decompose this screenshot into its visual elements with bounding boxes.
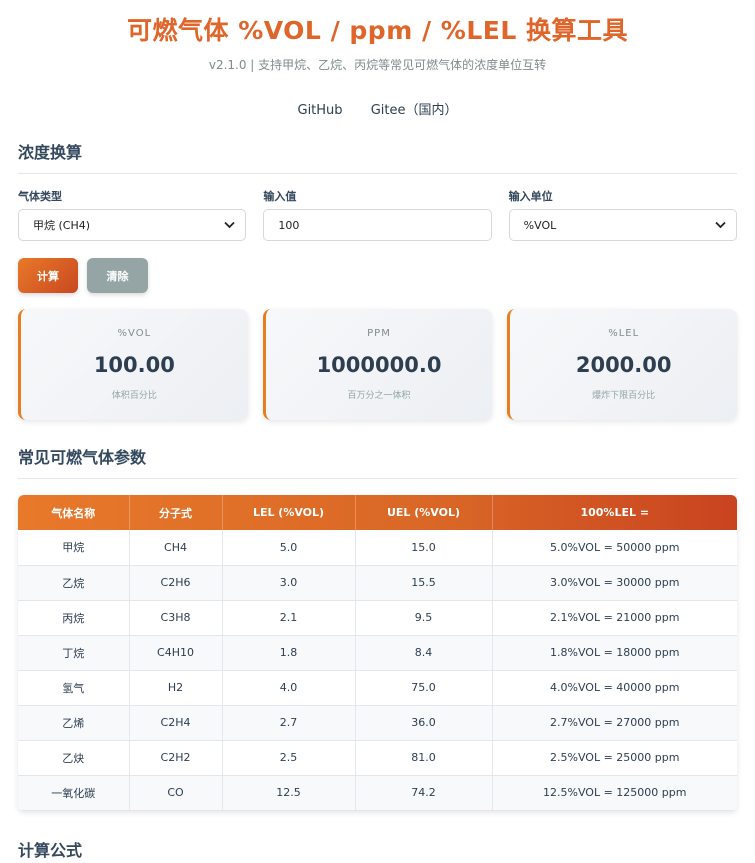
- table-cell: 15.5: [355, 565, 493, 601]
- table-cell: 2.7: [222, 705, 356, 741]
- page: 可燃气体 %VOL / ppm / %LEL 换算工具 v2.1.0 | 支持甲…: [0, 0, 755, 863]
- table-cell: CO: [129, 775, 223, 811]
- table-cell: 一氧化碳: [18, 775, 130, 811]
- table-cell: 4.0%VOL = 40000 ppm: [492, 670, 737, 706]
- table-cell: 81.0: [355, 740, 493, 776]
- repo-links: GitHub Gitee（国内）: [18, 99, 737, 118]
- result-value: 100.00: [93, 353, 175, 377]
- clear-button[interactable]: 清除: [87, 258, 148, 293]
- result-label: %VOL: [117, 328, 152, 339]
- column-header: 分子式: [129, 495, 223, 530]
- input-value-field: 输入值 100: [263, 188, 492, 241]
- result-label: %LEL: [608, 328, 640, 339]
- table-cell: 丁烷: [18, 635, 130, 671]
- table-cell: 4.0: [222, 670, 356, 706]
- action-buttons: 计算 清除: [18, 258, 737, 293]
- gas-type-select[interactable]: 甲烷 (CH4): [18, 209, 247, 241]
- table-cell: 3.0: [222, 565, 356, 601]
- table-row: 丙烷 C3H8 2.1 9.5 2.1%VOL = 21000 ppm: [18, 600, 737, 636]
- table-cell: 2.1: [222, 600, 356, 636]
- gitee-link[interactable]: Gitee（国内）: [371, 103, 458, 118]
- gas-type-label: 气体类型: [18, 190, 62, 203]
- result-description: 体积百分比: [111, 391, 157, 401]
- table-cell: 2.7%VOL = 27000 ppm: [492, 705, 737, 741]
- result-description: 百万分之一体积: [347, 391, 411, 401]
- input-value-label: 输入值: [263, 190, 297, 203]
- table-cell: 15.0: [355, 530, 493, 566]
- github-link[interactable]: GitHub: [298, 103, 343, 118]
- table-cell: C3H8: [129, 600, 223, 636]
- table-cell: H2: [129, 670, 223, 706]
- table-cell: C2H4: [129, 705, 223, 741]
- table-cell: C2H2: [129, 740, 223, 776]
- converter-form: 气体类型 甲烷 (CH4) 输入值 100 输入单位 %VOL: [18, 188, 737, 241]
- table-cell: CH4: [129, 530, 223, 566]
- table-cell: 12.5%VOL = 125000 ppm: [492, 775, 737, 811]
- input-unit-select[interactable]: %VOL: [508, 209, 737, 241]
- chevron-down-icon: [715, 219, 726, 232]
- table-cell: 乙烷: [18, 565, 130, 601]
- table-row: 氢气 H2 4.0 75.0 4.0%VOL = 40000 ppm: [18, 670, 737, 706]
- input-value-text: 100: [278, 218, 300, 232]
- table-cell: C4H10: [129, 635, 223, 671]
- table-cell: 乙烯: [18, 705, 130, 741]
- table-cell: 3.0%VOL = 30000 ppm: [492, 565, 737, 601]
- table-cell: 5.0: [222, 530, 356, 566]
- result-value: 1000000.0: [316, 353, 442, 377]
- calculate-button[interactable]: 计算: [18, 258, 78, 293]
- table-row: 丁烷 C4H10 1.8 8.4 1.8%VOL = 18000 ppm: [18, 635, 737, 671]
- page-subtitle: v2.1.0 | 支持甲烷、乙烷、丙烷等常见可燃气体的浓度单位互转: [208, 58, 547, 72]
- column-header: UEL (%VOL): [355, 495, 493, 530]
- column-header: LEL (%VOL): [222, 495, 356, 530]
- table-row: 乙炔 C2H2 2.5 81.0 2.5%VOL = 25000 ppm: [18, 740, 737, 776]
- table-cell: 36.0: [355, 705, 493, 741]
- result-cards: %VOL 100.00 体积百分比 PPM 1000000.0 百万分之一体积 …: [18, 309, 738, 420]
- table-cell: 氢气: [18, 670, 130, 706]
- table-cell: 75.0: [355, 670, 493, 706]
- table-cell: 2.5: [222, 740, 356, 776]
- result-card-vol: %VOL 100.00 体积百分比: [18, 309, 248, 420]
- input-unit-value: %VOL: [523, 218, 557, 232]
- table-cell: C2H6: [129, 565, 223, 601]
- result-value: 2000.00: [575, 353, 672, 377]
- table-cell: 74.2: [355, 775, 493, 811]
- converter-section-title: 浓度换算: [18, 139, 737, 174]
- result-description: 爆炸下限百分比: [592, 391, 656, 401]
- table-row: 一氧化碳 CO 12.5 74.2 12.5%VOL = 125000 ppm: [18, 775, 737, 811]
- input-unit-label: 输入单位: [508, 190, 553, 203]
- table-header-row: 气体名称 分子式 LEL (%VOL) UEL (%VOL) 100%LEL =: [18, 495, 737, 530]
- table-cell: 5.0%VOL = 50000 ppm: [492, 530, 737, 566]
- formula-section-title: 计算公式: [18, 840, 83, 860]
- gas-type-value: 甲烷 (CH4): [33, 219, 91, 232]
- input-unit-field: 输入单位 %VOL: [508, 188, 737, 241]
- table-cell: 8.4: [355, 635, 493, 671]
- table-row: 甲烷 CH4 5.0 15.0 5.0%VOL = 50000 ppm: [18, 530, 737, 566]
- table-cell: 9.5: [355, 600, 493, 636]
- table-row: 乙烯 C2H4 2.7 36.0 2.7%VOL = 27000 ppm: [18, 705, 737, 741]
- chevron-down-icon: [224, 219, 235, 232]
- table-cell: 12.5: [222, 775, 356, 811]
- table-row: 乙烷 C2H6 3.0 15.5 3.0%VOL = 30000 ppm: [18, 565, 737, 601]
- table-cell: 丙烷: [18, 600, 130, 636]
- gas-type-field: 气体类型 甲烷 (CH4): [18, 188, 247, 241]
- table-body: 甲烷 CH4 5.0 15.0 5.0%VOL = 50000 ppm 乙烷 C2H6 3.0…: [18, 530, 737, 811]
- column-header: 气体名称: [18, 495, 130, 530]
- table-cell: 2.5%VOL = 25000 ppm: [492, 740, 737, 776]
- input-value-input[interactable]: 100: [263, 209, 492, 241]
- table-cell: 甲烷: [18, 530, 130, 566]
- gas-parameters-table: 气体名称 分子式 LEL (%VOL) UEL (%VOL) 100%LEL =…: [18, 495, 737, 811]
- table-cell: 1.8: [222, 635, 356, 671]
- column-header: 100%LEL =: [580, 506, 650, 519]
- table-cell: 2.1%VOL = 21000 ppm: [492, 600, 737, 636]
- result-card-ppm: PPM 1000000.0 百万分之一体积: [262, 309, 493, 420]
- table-cell: 乙炔: [18, 740, 130, 776]
- gas-table-section-title: 常见可燃气体参数: [18, 444, 737, 479]
- table-cell: 1.8%VOL = 18000 ppm: [492, 635, 737, 671]
- page-title: 可燃气体 %VOL / ppm / %LEL 换算工具: [127, 16, 628, 45]
- result-card-lel: %LEL 2000.00 爆炸下限百分比: [507, 309, 738, 420]
- result-label: PPM: [367, 328, 391, 339]
